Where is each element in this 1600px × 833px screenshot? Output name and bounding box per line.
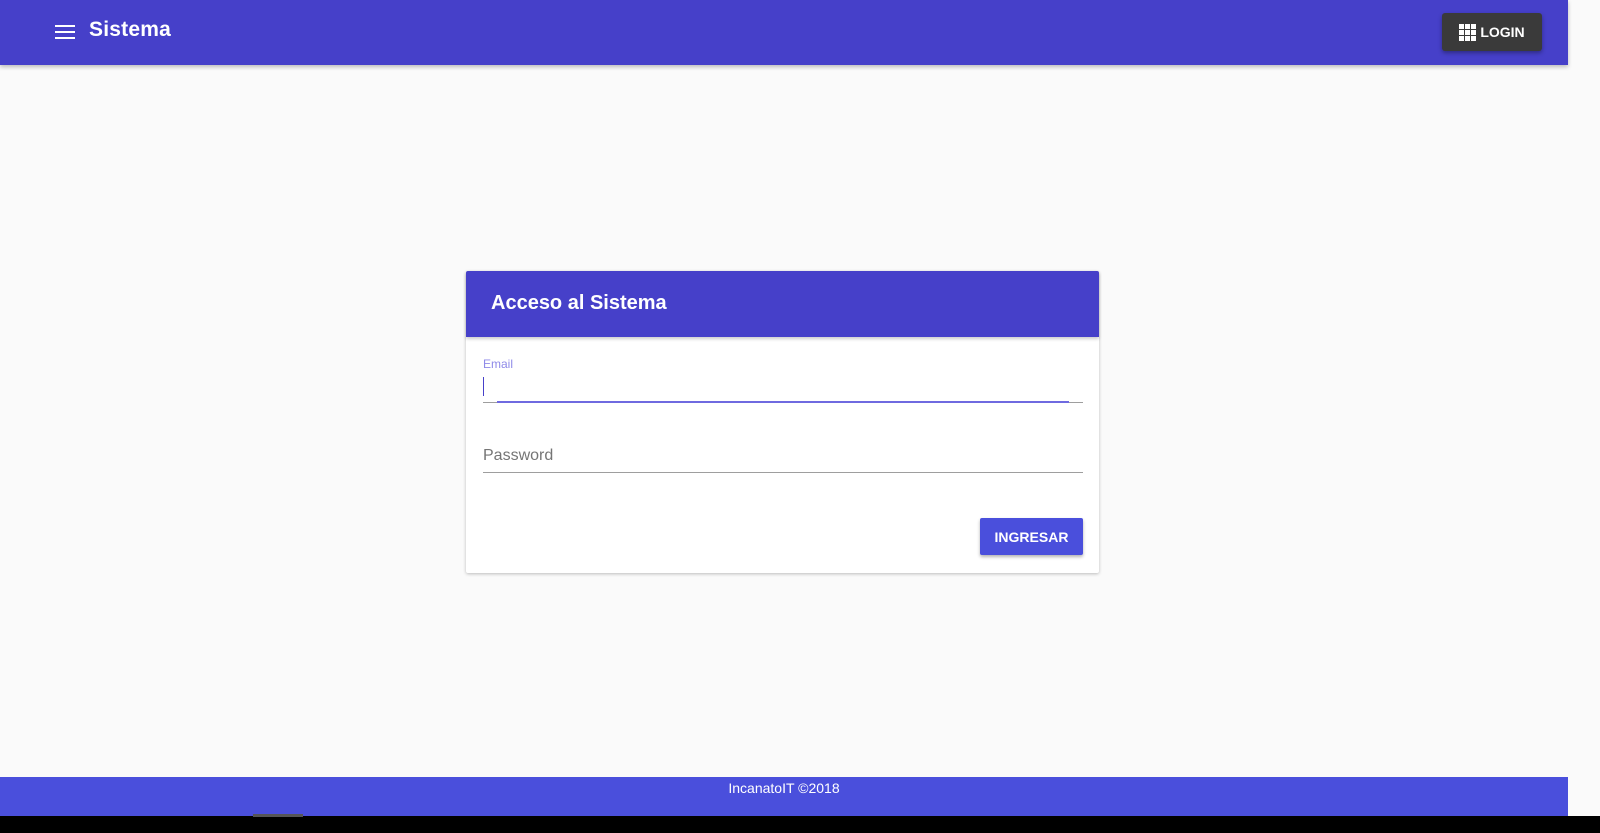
app-viewport: Sistema LOGIN Acceso al Sistema Email IN…: [0, 0, 1600, 833]
top-app-bar: Sistema LOGIN: [0, 0, 1568, 65]
app-title: Sistema: [89, 18, 171, 41]
apps-grid-icon: [1459, 23, 1477, 41]
ingresar-button[interactable]: INGRESAR: [980, 518, 1083, 555]
login-button[interactable]: LOGIN: [1442, 13, 1542, 51]
password-field: [483, 441, 1083, 475]
hamburger-menu-icon[interactable]: [50, 18, 80, 46]
email-input[interactable]: [483, 375, 1083, 401]
password-underline: [483, 472, 1083, 473]
scrollbar-gutter: [1568, 0, 1600, 833]
password-input[interactable]: [483, 443, 1083, 469]
taskbar-indicator: [253, 814, 303, 817]
email-label: Email: [483, 357, 514, 371]
email-focus-underline: [497, 401, 1069, 403]
login-card-header: Acceso al Sistema: [466, 271, 1099, 337]
login-button-label: LOGIN: [1480, 24, 1525, 40]
email-field: Email: [483, 357, 1083, 404]
window-bottom-strip: [0, 816, 1600, 833]
footer-copyright: IncanatoIT ©2018: [728, 780, 840, 796]
login-card: Acceso al Sistema Email INGRESAR: [466, 271, 1099, 573]
login-card-title: Acceso al Sistema: [491, 292, 667, 314]
footer: IncanatoIT ©2018: [0, 777, 1568, 816]
text-caret: [483, 377, 484, 396]
